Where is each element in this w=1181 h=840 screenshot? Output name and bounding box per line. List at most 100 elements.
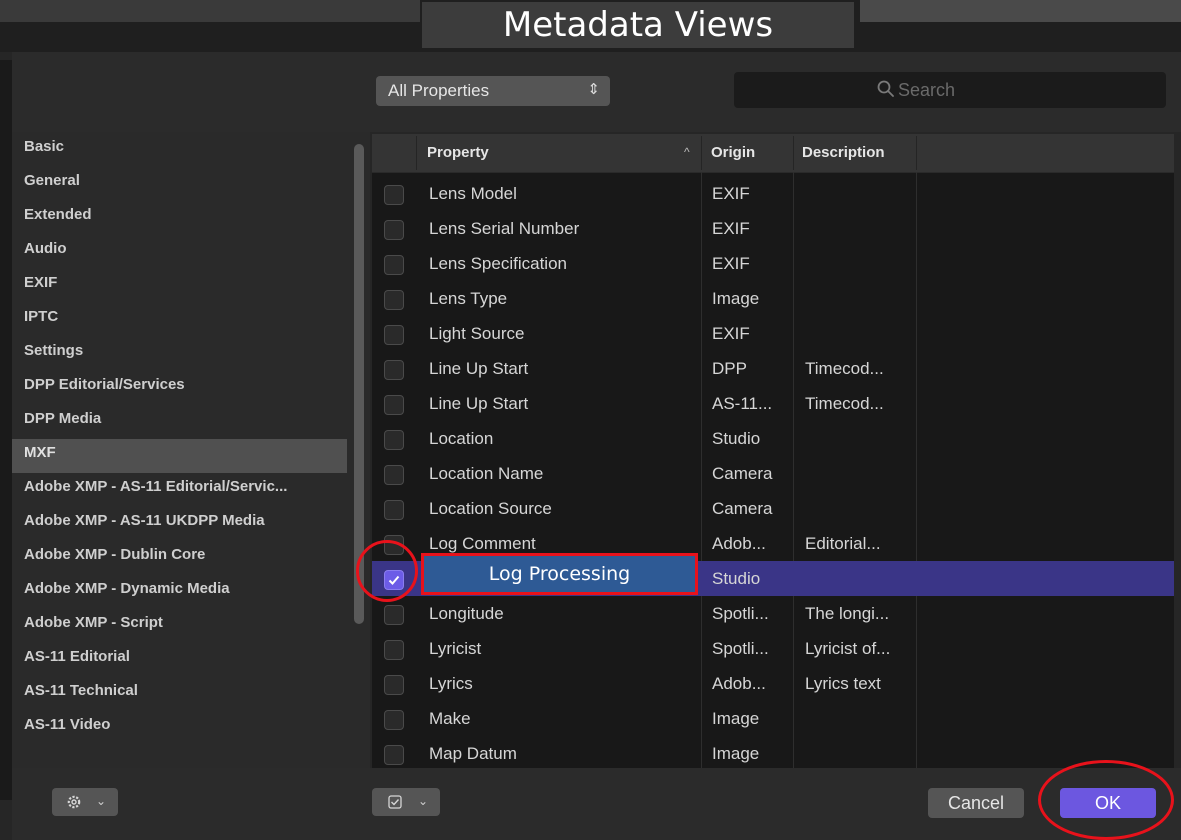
- row-checkbox[interactable]: [384, 640, 404, 660]
- row-checkbox[interactable]: [384, 745, 404, 765]
- row-checkbox[interactable]: [384, 185, 404, 205]
- column-header-property[interactable]: Property: [427, 134, 489, 172]
- cell-origin: EXIF: [712, 324, 750, 343]
- cell-origin: Adob...: [712, 674, 766, 693]
- cell-property: Location Source: [429, 499, 552, 518]
- cell-property: Lens Specification: [429, 254, 567, 273]
- cell-property: Longitude: [429, 604, 504, 623]
- row-checkbox[interactable]: [384, 360, 404, 380]
- cell-property: Lyrics: [429, 674, 473, 693]
- sidebar-item[interactable]: Audio: [12, 235, 347, 269]
- table-row[interactable]: Location Name Camera: [372, 456, 1174, 491]
- column-divider: [793, 136, 794, 170]
- sidebar-item[interactable]: AS-11 Video: [12, 711, 347, 745]
- checkbox-menu-button[interactable]: ⌄: [372, 788, 440, 816]
- column-header-description[interactable]: Description: [802, 134, 885, 172]
- column-divider: [416, 136, 417, 170]
- table-row[interactable]: Map Datum Image: [372, 736, 1174, 768]
- row-checkbox[interactable]: [384, 325, 404, 345]
- table-row[interactable]: Lens Serial Number EXIF: [372, 211, 1174, 246]
- row-checkbox[interactable]: [384, 605, 404, 625]
- cell-property: Light Source: [429, 324, 525, 343]
- row-checkbox[interactable]: [384, 220, 404, 240]
- gear-icon: [67, 795, 81, 809]
- search-input[interactable]: Search: [734, 72, 1166, 108]
- sidebar-item[interactable]: Basic: [12, 133, 347, 167]
- cancel-button[interactable]: Cancel: [928, 788, 1024, 818]
- row-checkbox[interactable]: [384, 395, 404, 415]
- chevron-down-icon: ⌄: [418, 794, 429, 808]
- sidebar-item[interactable]: Adobe XMP - AS-11 UKDPP Media: [12, 507, 347, 541]
- sidebar-item[interactable]: AS-11 Technical: [12, 677, 347, 711]
- column-header-origin[interactable]: Origin: [711, 134, 755, 172]
- cell-description: Lyricist of...: [805, 639, 891, 658]
- cell-origin: Studio: [712, 569, 761, 588]
- cell-property: Lens Model: [429, 184, 517, 203]
- cell-property: Lens Serial Number: [429, 219, 580, 238]
- cell-property: Lyricist: [429, 639, 482, 658]
- search-icon: [877, 80, 894, 97]
- row-checkbox[interactable]: [384, 465, 404, 485]
- row-checkbox[interactable]: [384, 710, 404, 730]
- cell-origin: Image: [712, 289, 760, 308]
- cell-origin: Image: [712, 744, 760, 763]
- row-checkbox[interactable]: [384, 430, 404, 450]
- sidebar-item[interactable]: DPP Media: [12, 405, 347, 439]
- table-row[interactable]: Lyrics Adob... Lyrics text: [372, 666, 1174, 701]
- sidebar-item[interactable]: Adobe XMP - Dynamic Media: [12, 575, 347, 609]
- cell-origin: Adob...: [712, 534, 766, 553]
- table-row[interactable]: Line Up Start DPP Timecod...: [372, 351, 1174, 386]
- search-placeholder: Search: [898, 80, 956, 100]
- sidebar-item[interactable]: Adobe XMP - Dublin Core: [12, 541, 347, 575]
- cell-description: [805, 246, 915, 281]
- cell-origin: EXIF: [712, 184, 750, 203]
- table-row[interactable]: Lens Specification EXIF: [372, 246, 1174, 281]
- sidebar-item[interactable]: General: [12, 167, 347, 201]
- cell-origin: Image: [712, 709, 760, 728]
- cell-origin: DPP: [712, 359, 747, 378]
- cell-description: Timecod...: [805, 359, 884, 378]
- table-row[interactable]: Location Source Camera: [372, 491, 1174, 526]
- annotation-circle-checkbox: [356, 540, 418, 602]
- table-row[interactable]: Lens Model EXIF: [372, 176, 1174, 211]
- table-row[interactable]: Longitude Spotli... The longi...: [372, 596, 1174, 631]
- sidebar-item[interactable]: Adobe XMP - AS-11 Editorial/Servic...: [12, 473, 347, 507]
- checkbox-icon: [388, 795, 402, 809]
- cell-description: Lyrics text: [805, 674, 881, 693]
- sidebar-item[interactable]: Adobe XMP - Script: [12, 609, 347, 643]
- table-row[interactable]: Lens Type Image: [372, 281, 1174, 316]
- cell-origin: AS-11...: [712, 394, 773, 413]
- sort-ascending-icon: ^: [684, 145, 690, 159]
- row-checkbox[interactable]: [384, 500, 404, 520]
- sidebar-item[interactable]: DPP Editorial/Services: [12, 371, 347, 405]
- properties-table: Property ^ Origin Description Lens Model…: [372, 134, 1174, 768]
- titlebar-right-region: [860, 0, 1181, 22]
- cell-origin: Spotli...: [712, 639, 769, 658]
- sidebar-item[interactable]: MXF: [12, 439, 347, 473]
- table-row[interactable]: Light Source EXIF: [372, 316, 1174, 351]
- table-row[interactable]: Make Image: [372, 701, 1174, 736]
- column-divider: [701, 136, 702, 170]
- cell-description: [805, 456, 915, 491]
- cell-description: [805, 176, 915, 211]
- row-checkbox[interactable]: [384, 290, 404, 310]
- table-row[interactable]: Line Up Start AS-11... Timecod...: [372, 386, 1174, 421]
- cell-origin: EXIF: [712, 254, 750, 273]
- cell-property: Lens Type: [429, 289, 508, 308]
- table-row[interactable]: Lyricist Spotli... Lyricist of...: [372, 631, 1174, 666]
- sidebar-item[interactable]: IPTC: [12, 303, 347, 337]
- sidebar-item[interactable]: Extended: [12, 201, 347, 235]
- sidebar-item[interactable]: EXIF: [12, 269, 347, 303]
- metadata-view-list[interactable]: Basic General Extended Audio EXIF IPTC Setting…: [12, 132, 370, 768]
- row-checkbox[interactable]: [384, 675, 404, 695]
- sidebar-item[interactable]: Settings: [12, 337, 347, 371]
- row-checkbox[interactable]: [384, 255, 404, 275]
- cell-origin: Spotli...: [712, 604, 769, 623]
- annotation-callout: Log Processing: [421, 553, 698, 595]
- action-menu-button[interactable]: ⌄: [52, 788, 118, 816]
- sidebar-item[interactable]: AS-11 Editorial: [12, 643, 347, 677]
- property-set-popup[interactable]: All Properties ⇕: [376, 76, 610, 106]
- table-row[interactable]: Location Studio: [372, 421, 1174, 456]
- cell-description: Editorial...: [805, 534, 881, 553]
- cell-property: Map Datum: [429, 744, 517, 763]
